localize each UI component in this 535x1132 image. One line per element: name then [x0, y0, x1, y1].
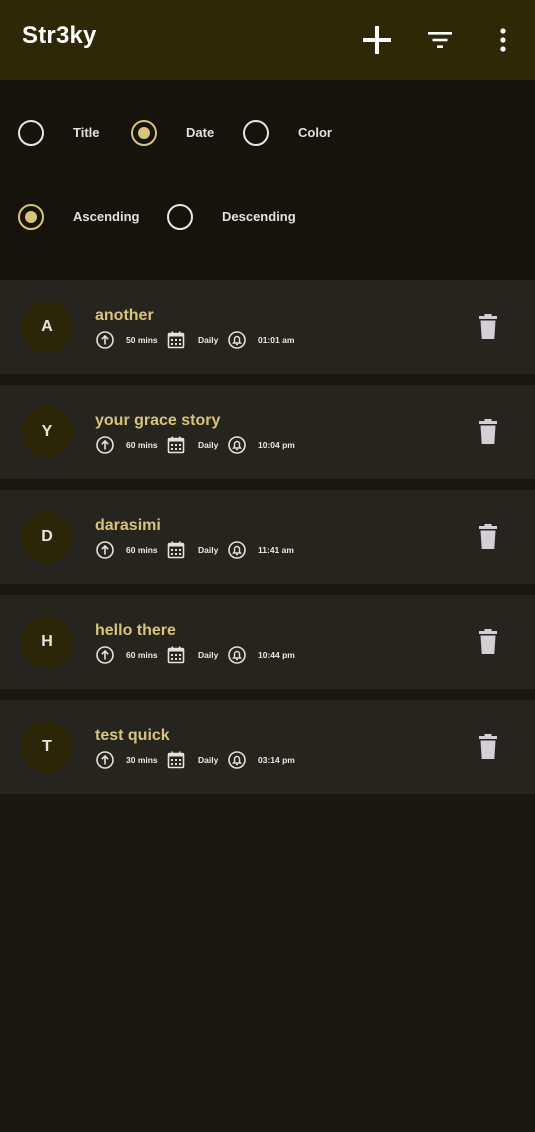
- sort-color-label[interactable]: Color: [298, 125, 332, 140]
- plus-icon: [363, 26, 391, 54]
- delete-trash-icon[interactable]: [476, 734, 500, 760]
- habit-frequency: Daily: [198, 545, 219, 555]
- sort-color-radio[interactable]: [243, 120, 269, 146]
- order-descending-label[interactable]: Descending: [222, 209, 296, 224]
- filter-icon: [428, 32, 452, 48]
- order-ascending-radio[interactable]: [18, 204, 44, 230]
- habit-frequency: Daily: [198, 650, 219, 660]
- app-bar: Str3ky: [0, 0, 535, 80]
- arrow-up-circle-icon: [96, 331, 114, 349]
- alarm-bell-icon: [228, 751, 246, 769]
- arrow-up-circle-icon: [96, 646, 114, 664]
- arrow-up-circle-icon: [96, 751, 114, 769]
- habit-duration: 60 mins: [126, 650, 158, 660]
- sort-title-label[interactable]: Title: [73, 125, 100, 140]
- app-title: Str3ky: [22, 22, 97, 49]
- arrow-up-circle-icon: [96, 541, 114, 559]
- habit-duration: 30 mins: [126, 755, 158, 765]
- habit-title: test quick: [95, 727, 170, 744]
- sort-order-group: Ascending Descending: [0, 197, 535, 237]
- habit-item[interactable]: H hello there 60 mins Daily 10:44 pm: [0, 595, 535, 689]
- sort-by-group: Title Date Color: [0, 113, 535, 153]
- habit-frequency: Daily: [198, 755, 219, 765]
- sort-options-panel: Title Date Color Ascending Descending: [0, 80, 535, 280]
- more-options-button[interactable]: [483, 20, 523, 60]
- alarm-bell-icon: [228, 331, 246, 349]
- habit-item[interactable]: Y your grace story 60 mins Daily 10:04 p…: [0, 385, 535, 479]
- sort-date-radio[interactable]: [131, 120, 157, 146]
- habit-duration: 60 mins: [126, 545, 158, 555]
- avatar: T: [21, 721, 73, 773]
- habit-duration: 60 mins: [126, 440, 158, 450]
- filter-button[interactable]: [420, 20, 460, 60]
- avatar: A: [21, 301, 73, 353]
- add-button[interactable]: [357, 20, 397, 60]
- calendar-icon: [167, 436, 185, 454]
- delete-trash-icon[interactable]: [476, 314, 500, 340]
- order-ascending-label[interactable]: Ascending: [73, 209, 139, 224]
- habit-title: hello there: [95, 622, 176, 639]
- habit-item[interactable]: T test quick 30 mins Daily 03:14 pm: [0, 700, 535, 794]
- habit-frequency: Daily: [198, 440, 219, 450]
- delete-trash-icon[interactable]: [476, 629, 500, 655]
- habit-title: another: [95, 307, 154, 324]
- sort-title-radio[interactable]: [18, 120, 44, 146]
- habit-item[interactable]: D darasimi 60 mins Daily 11:41 am: [0, 490, 535, 584]
- delete-trash-icon[interactable]: [476, 524, 500, 550]
- avatar: D: [21, 511, 73, 563]
- habit-duration: 50 mins: [126, 335, 158, 345]
- order-descending-radio[interactable]: [167, 204, 193, 230]
- habit-reminder-time: 11:41 am: [258, 545, 294, 555]
- calendar-icon: [167, 541, 185, 559]
- habit-reminder-time: 01:01 am: [258, 335, 295, 345]
- alarm-bell-icon: [228, 646, 246, 664]
- avatar: Y: [21, 406, 73, 458]
- calendar-icon: [167, 331, 185, 349]
- calendar-icon: [167, 751, 185, 769]
- arrow-up-circle-icon: [96, 436, 114, 454]
- habit-frequency: Daily: [198, 335, 219, 345]
- alarm-bell-icon: [228, 541, 246, 559]
- alarm-bell-icon: [228, 436, 246, 454]
- habit-title: darasimi: [95, 517, 161, 534]
- sort-date-label[interactable]: Date: [186, 125, 214, 140]
- habit-reminder-time: 10:44 pm: [258, 650, 295, 660]
- avatar: H: [21, 616, 73, 668]
- delete-trash-icon[interactable]: [476, 419, 500, 445]
- habit-reminder-time: 10:04 pm: [258, 440, 295, 450]
- more-vertical-icon: [500, 28, 506, 52]
- habit-title: your grace story: [95, 412, 221, 429]
- habit-reminder-time: 03:14 pm: [258, 755, 295, 765]
- calendar-icon: [167, 646, 185, 664]
- habit-item[interactable]: A another 50 mins Daily 01:01 am: [0, 280, 535, 374]
